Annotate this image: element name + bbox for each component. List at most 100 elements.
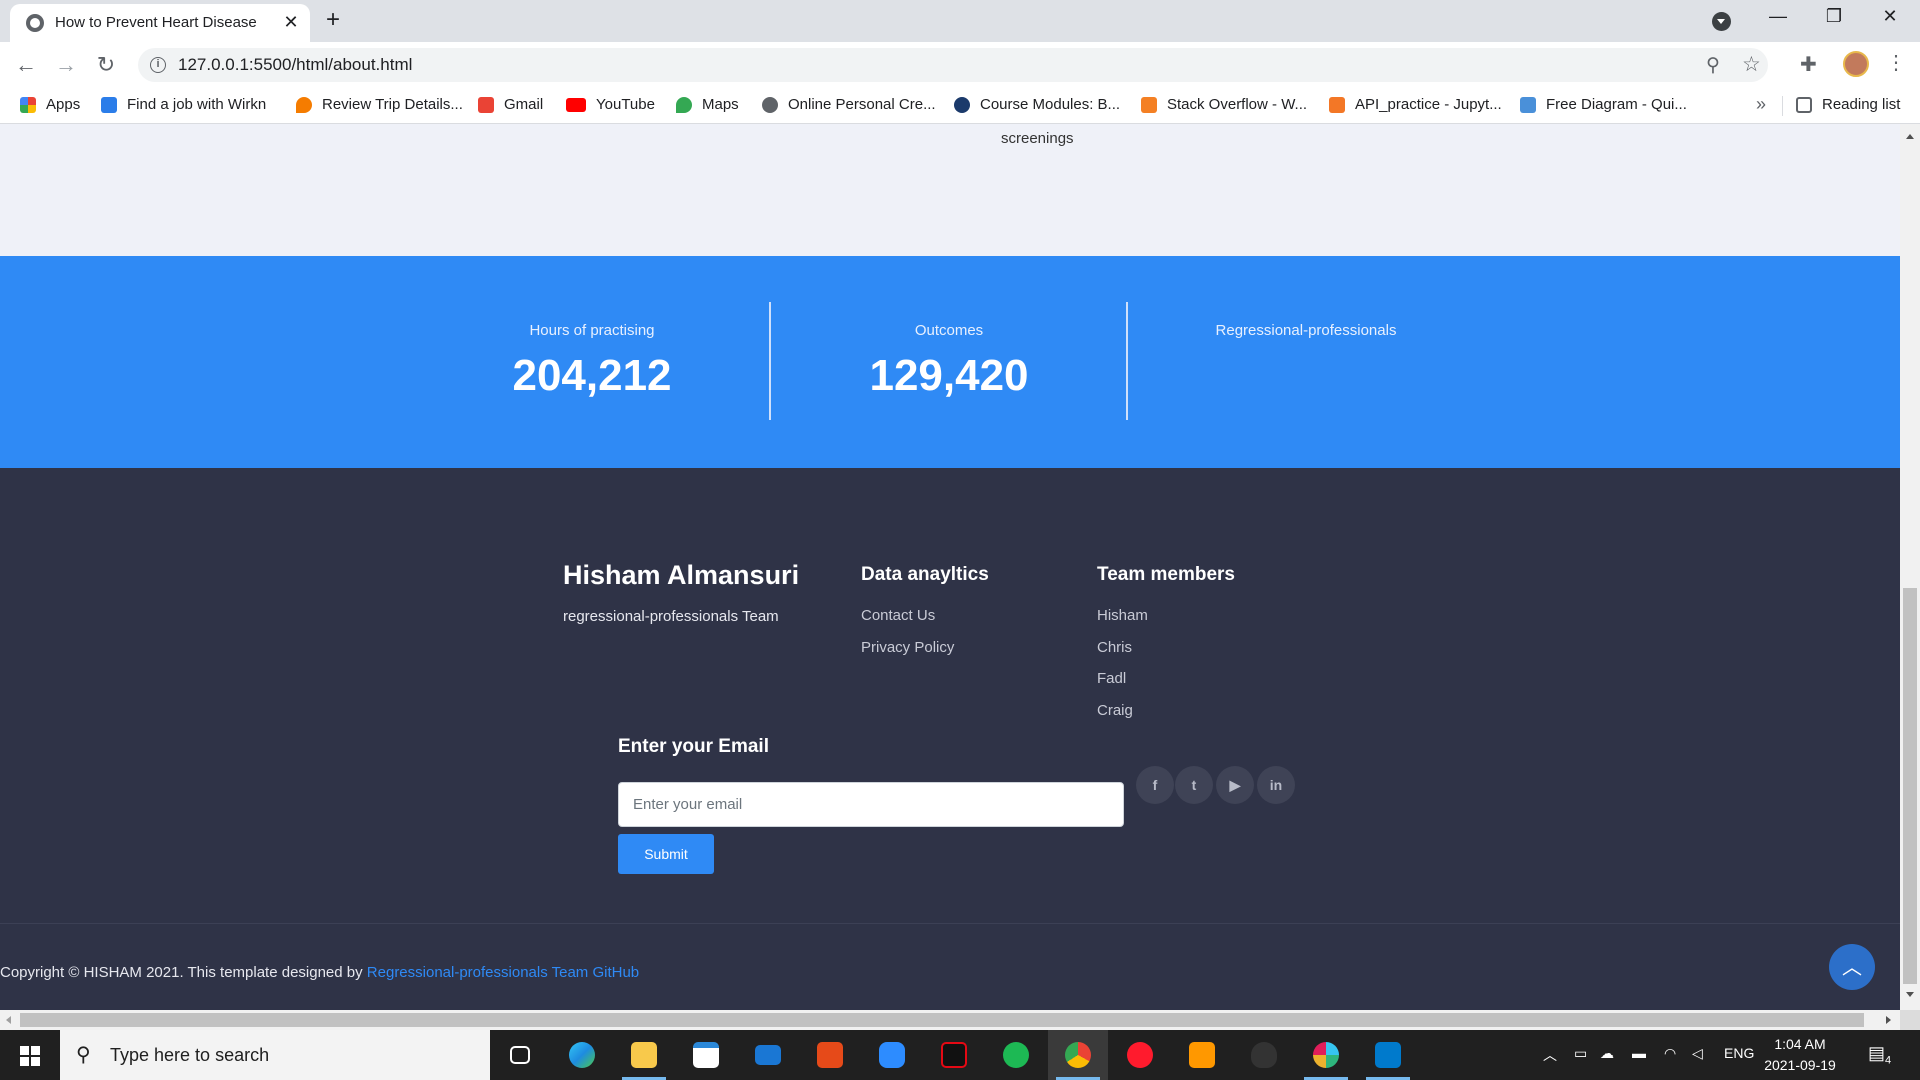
bookmark-online-personal[interactable]: Online Personal Cre... [762,96,936,113]
bookmark-label: API_practice - Jupyt... [1355,96,1502,113]
edge-app[interactable] [552,1030,612,1080]
scroll-thumb[interactable] [20,1013,1864,1027]
gmail-icon [478,96,494,113]
vertical-scrollbar[interactable] [1900,124,1920,1010]
more-bookmarks-icon[interactable]: » [1756,94,1766,115]
opera-app[interactable] [1110,1030,1170,1080]
browser-menu-icon[interactable]: ⋮ [1886,50,1906,75]
bookmark-label: Stack Overflow - W... [1167,96,1308,113]
linkedin-icon[interactable]: in [1257,766,1295,804]
close-tab-icon[interactable]: ✕ [280,11,302,33]
new-tab-icon[interactable]: + [326,8,340,32]
bookmark-apps[interactable]: Apps [20,96,80,113]
tab-search-icon[interactable] [1712,12,1731,31]
bookmark-wirkn[interactable]: Find a job with Wirkn [101,96,266,113]
slack-app[interactable] [1296,1030,1356,1080]
forward-icon[interactable]: → [52,51,80,79]
reload-icon[interactable]: ↻ [92,51,120,79]
chrome-app[interactable] [1048,1030,1108,1080]
bookmark-gmail[interactable]: Gmail [478,96,543,113]
youtube-icon[interactable]: ▶ [1216,766,1254,804]
volume-icon[interactable]: ◁ [1692,1045,1703,1062]
email-field[interactable] [618,782,1124,827]
onedrive-icon[interactable]: ☁ [1600,1045,1614,1062]
team-member-link[interactable]: Chris [1097,639,1132,656]
zoom-app[interactable] [862,1030,922,1080]
bookmark-maps[interactable]: Maps [676,96,739,113]
windows-taskbar: ⚲ Type here to search ︿ ▭ ☁ ▬ ◠ ◁ ENG 1:… [0,1030,1920,1080]
location-pin-icon [296,96,312,113]
system-clock[interactable]: 1:04 AM 2021-09-19 [1760,1034,1840,1076]
privacy-policy-link[interactable]: Privacy Policy [861,639,954,656]
chrome-icon [1065,1042,1091,1068]
file-explorer-app[interactable] [614,1030,674,1080]
meet-now-icon[interactable]: ▭ [1574,1045,1587,1062]
close-window-icon[interactable]: ✕ [1870,6,1910,27]
spotify-app[interactable] [986,1030,1046,1080]
footer-divider [0,923,1900,924]
team-member-link[interactable]: Fadl [1097,670,1126,687]
team-member-link[interactable]: Hisham [1097,607,1148,624]
bookmark-jupyter[interactable]: API_practice - Jupyt... [1329,96,1502,113]
globe-icon [762,96,778,113]
team-member-link[interactable]: Craig [1097,702,1133,719]
bookmark-label: Maps [702,96,739,113]
extensions-icon[interactable]: ✚ [1800,52,1817,77]
windows-logo-icon [20,1046,40,1066]
bookmark-free-diagram[interactable]: Free Diagram - Qui... [1520,96,1687,113]
alien-icon [1251,1042,1277,1068]
sublime-app[interactable] [1172,1030,1232,1080]
contact-us-link[interactable]: Contact Us [861,607,935,624]
address-bar[interactable]: i 127.0.0.1:5500/html/about.html ⚲ ☆ [138,48,1768,82]
github-link[interactable]: Regressional-professionals Team GitHub [367,964,639,981]
scroll-thumb[interactable] [1903,588,1917,984]
profile-avatar[interactable] [1843,51,1869,77]
twitter-icon[interactable]: t [1175,766,1213,804]
scroll-to-top-button[interactable]: ︿ [1829,944,1875,990]
netflix-app[interactable] [924,1030,984,1080]
scroll-down-arrow-icon[interactable] [1906,992,1914,997]
browser-tab-active[interactable]: How to Prevent Heart Disease ✕ [10,4,310,42]
bookmark-youtube[interactable]: YouTube [566,96,655,113]
task-view-button[interactable] [490,1030,550,1080]
url-text[interactable]: 127.0.0.1:5500/html/about.html [178,55,412,75]
store-app[interactable] [676,1030,736,1080]
alienware-app[interactable] [1234,1030,1294,1080]
scroll-right-arrow-icon[interactable] [1886,1016,1891,1024]
footer-brand-subtitle: regressional-professionals Team [563,608,779,625]
reading-list-button[interactable]: Reading list [1796,96,1900,113]
bookmark-review-trip[interactable]: Review Trip Details... [296,96,463,113]
facebook-icon[interactable]: f [1136,766,1174,804]
start-button[interactable] [0,1030,60,1080]
stat-professionals: Regressional-professionals [1128,302,1484,420]
wifi-icon[interactable]: ◠ [1664,1045,1676,1062]
restore-icon[interactable]: ❐ [1814,6,1854,27]
input-language[interactable]: ENG [1724,1045,1754,1061]
tray-overflow-icon[interactable]: ︿ [1543,1045,1557,1065]
site-footer: Hisham Almansuri regressional-profession… [0,468,1900,1010]
back-icon[interactable]: ← [12,51,40,79]
footer-col-team-title: Team members [1097,564,1235,585]
stat-hours: Hours of practising 204,212 [414,302,770,420]
submit-button[interactable]: Submit [618,834,714,874]
scrollbar-corner [1900,1010,1920,1030]
scroll-up-arrow-icon[interactable] [1906,134,1914,139]
taskbar-search[interactable]: ⚲ Type here to search [60,1030,490,1080]
bookmark-star-icon[interactable]: ☆ [1742,52,1761,77]
scroll-left-arrow-icon[interactable] [6,1016,11,1024]
horizontal-scrollbar[interactable] [0,1010,1900,1030]
bookmark-label: Online Personal Cre... [788,96,936,113]
minimize-icon[interactable]: — [1758,6,1798,27]
clock-date: 2021-09-19 [1764,1057,1836,1073]
site-info-icon[interactable]: i [150,57,166,73]
office-app[interactable] [800,1030,860,1080]
vscode-app[interactable] [1358,1030,1418,1080]
diagram-icon [1520,96,1536,113]
zoom-icon[interactable]: ⚲ [1706,54,1720,77]
battery-icon[interactable]: ▬ [1632,1045,1646,1061]
bookmarks-bar: Apps Find a job with Wirkn Review Trip D… [0,88,1920,124]
bookmark-course-modules[interactable]: Course Modules: B... [954,96,1120,113]
bookmark-stack-overflow[interactable]: Stack Overflow - W... [1141,96,1307,113]
notification-center-icon[interactable]: ▤4 [1868,1043,1891,1067]
mail-app[interactable] [738,1030,798,1080]
